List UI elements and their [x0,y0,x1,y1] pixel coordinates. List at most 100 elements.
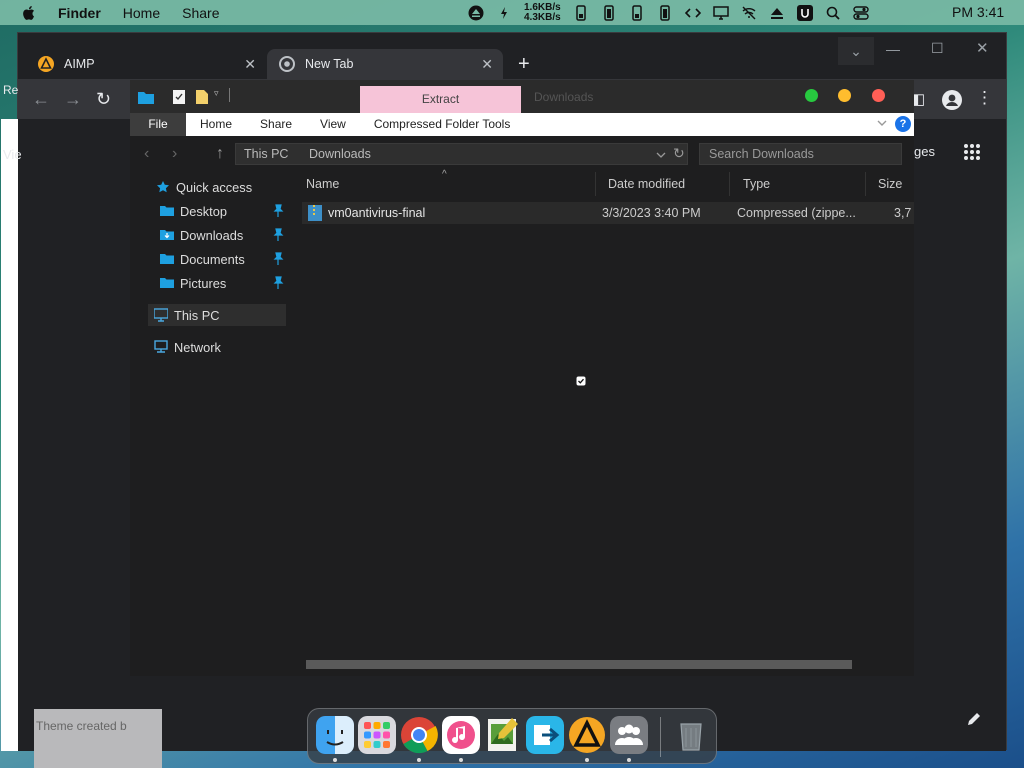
refresh-icon[interactable]: ↻ [673,145,685,162]
column-date-modified[interactable]: Date modified [596,172,730,196]
tab-strip: AIMP ✕ New Tab ✕ + ⌄ — ☐ ✕ [18,33,1006,79]
close-tab-icon[interactable]: ✕ [481,56,493,73]
phone-icon-2[interactable] [657,4,673,21]
control-center-icon[interactable] [852,5,869,21]
tab-compressed-folder-tools[interactable]: Compressed Folder Tools [360,113,525,136]
nav-documents-label: Documents [180,251,245,267]
upload-icon[interactable] [769,5,785,21]
eject-icon[interactable] [468,5,484,21]
phone-icon[interactable] [601,4,617,21]
pin-icon[interactable] [272,252,284,266]
nav-pictures[interactable]: Pictures [160,272,288,294]
nav-this-pc[interactable]: This PC [148,304,286,326]
zoom-button[interactable] [805,89,818,102]
user-badge-icon[interactable] [796,4,813,21]
tab-new-tab[interactable]: New Tab ✕ [267,49,503,79]
close-tab-icon[interactable]: ✕ [244,56,256,73]
column-name[interactable]: Name [294,172,596,196]
search-input[interactable] [709,147,899,161]
battery-icon-2[interactable] [629,4,645,21]
tab-view[interactable]: View [306,113,360,136]
preview-icon[interactable] [484,716,522,754]
tab-file[interactable]: File [130,113,186,136]
nav-desktop[interactable]: Desktop [160,200,288,222]
music-icon[interactable] [442,716,480,754]
launchpad-icon[interactable] [358,716,396,754]
nav-network[interactable]: Network [154,336,221,358]
menu-bar: Finder Home Share 1.6KB/s 4.3KB/s PM 3:4… [0,0,1024,25]
reload-icon[interactable]: ↻ [96,89,111,110]
forward-icon[interactable]: → [64,89,82,110]
extract-contextual-tab[interactable]: Extract [360,86,521,113]
search-box[interactable] [699,143,902,165]
migration-icon[interactable] [526,716,564,754]
address-dropdown-icon[interactable] [656,150,666,160]
app-name[interactable]: Finder [58,5,101,21]
tab-search-icon[interactable]: ⌄ [838,37,874,65]
profile-icon[interactable] [942,90,962,110]
column-type[interactable]: Type [731,172,866,196]
file-row[interactable]: vm0antivirus-final 3/3/2023 3:40 PM Comp… [302,202,914,224]
breadcrumb-downloads[interactable]: Downloads [309,147,371,161]
menu-share[interactable]: Share [182,5,219,21]
battery-icon[interactable] [573,4,589,21]
tab-home[interactable]: Home [186,113,246,136]
menu-home[interactable]: Home [123,5,160,21]
nav-this-pc-label: This PC [174,307,220,323]
tab-new-tab-label: New Tab [305,57,354,71]
pin-icon[interactable] [272,204,284,218]
properties-icon[interactable] [173,90,185,104]
apple-icon[interactable] [20,4,38,22]
up-icon[interactable]: ↑ [216,145,234,163]
clock[interactable]: PM 3:41 [952,4,1004,20]
menu-kebab-icon[interactable]: ⋮ [976,88,993,108]
back-icon[interactable]: ← [32,89,50,110]
pin-icon[interactable] [272,276,284,290]
running-indicator [417,758,421,762]
customize-qat-icon[interactable]: ▿ [214,88,219,99]
new-tab-button[interactable]: + [518,53,530,76]
breadcrumb-this-pc[interactable]: This PC [244,147,288,161]
nav-quick-access[interactable]: Quick access [156,176,252,198]
expand-ribbon-icon[interactable] [876,117,888,129]
wifi-off-icon[interactable] [741,5,757,21]
nav-documents[interactable]: Documents [160,248,288,270]
chrome-icon[interactable] [400,716,438,754]
network-speed[interactable]: 1.6KB/s 4.3KB/s [524,1,561,23]
net-up: 1.6KB/s [524,1,561,13]
back-icon[interactable]: ‹ [144,145,162,163]
page-fragment-ges[interactable]: ges [914,144,935,159]
new-folder-icon[interactable] [196,90,208,104]
nav-downloads[interactable]: Downloads [160,224,288,246]
customize-pencil-icon[interactable] [966,711,982,727]
users-icon[interactable] [610,716,648,754]
minimize-button[interactable] [838,89,851,102]
column-size[interactable]: Size [866,172,914,196]
zip-folder-icon [308,205,322,221]
tab-aimp[interactable]: AIMP ✕ [26,49,266,79]
maximize-icon[interactable]: ☐ [931,40,944,57]
address-bar[interactable]: This PC Downloads ↻ [235,143,688,165]
nav-downloads-label: Downloads [180,227,244,243]
arrows-icon[interactable] [496,5,512,21]
display-icon[interactable] [712,5,729,21]
minimize-icon[interactable]: — [886,41,900,57]
theme-credit[interactable]: Theme created b [34,709,162,768]
chrome-favicon-icon [279,56,295,72]
star-icon [157,181,169,193]
close-window-icon[interactable]: ✕ [976,39,989,57]
help-icon[interactable]: ? [895,116,911,132]
tab-share[interactable]: Share [246,113,306,136]
page-fragment-vie: Vie [3,147,22,162]
search-icon[interactable] [825,5,841,21]
code-icon[interactable] [684,5,701,21]
aimp-icon[interactable] [568,716,606,754]
google-apps-icon[interactable] [963,143,981,161]
pin-icon[interactable] [272,228,284,242]
ribbon-tabs: File Home Share View Compressed Folder T… [130,113,914,136]
forward-icon[interactable]: › [172,145,190,163]
finder-icon[interactable] [316,716,354,754]
horizontal-scrollbar[interactable] [306,660,852,669]
close-button[interactable] [872,89,885,102]
trash-icon[interactable] [672,716,710,754]
